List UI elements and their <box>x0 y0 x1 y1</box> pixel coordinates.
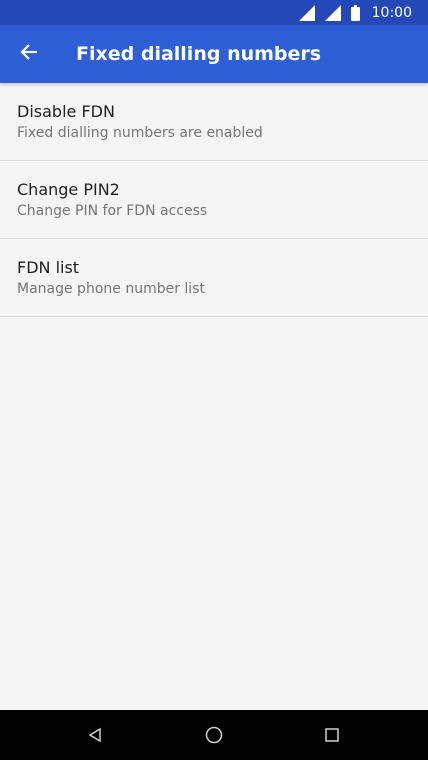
status-icons: 10:00 <box>298 0 412 25</box>
nav-recents-button[interactable] <box>319 722 345 748</box>
app-bar: Fixed dialling numbers <box>0 25 428 83</box>
back-button[interactable] <box>14 39 44 69</box>
arrow-left-icon <box>20 43 38 65</box>
settings-list: Disable FDN Fixed dialling numbers are e… <box>0 83 428 317</box>
list-item-subtitle: Change PIN for FDN access <box>17 203 208 219</box>
signal-icon <box>298 4 315 21</box>
recents-square-icon <box>324 727 340 743</box>
home-circle-icon <box>205 726 223 744</box>
signal-icon <box>324 4 341 21</box>
list-item-subtitle: Fixed dialling numbers are enabled <box>17 125 263 141</box>
list-item-disable-fdn[interactable]: Disable FDN Fixed dialling numbers are e… <box>0 83 428 161</box>
status-bar: 10:00 <box>0 0 428 25</box>
list-item-subtitle: Manage phone number list <box>17 281 205 297</box>
list-item-title: Change PIN2 <box>17 180 120 199</box>
list-item-title: FDN list <box>17 258 80 277</box>
list-item-change-pin2[interactable]: Change PIN2 Change PIN for FDN access <box>0 161 428 239</box>
back-triangle-icon <box>87 727 103 743</box>
navigation-bar <box>0 710 428 760</box>
page-title: Fixed dialling numbers <box>76 43 322 65</box>
list-item-fdn-list[interactable]: FDN list Manage phone number list <box>0 239 428 317</box>
nav-back-button[interactable] <box>82 722 108 748</box>
nav-home-button[interactable] <box>201 722 227 748</box>
status-clock: 10:00 <box>371 4 412 21</box>
battery-icon <box>350 4 360 21</box>
list-item-title: Disable FDN <box>17 102 115 121</box>
